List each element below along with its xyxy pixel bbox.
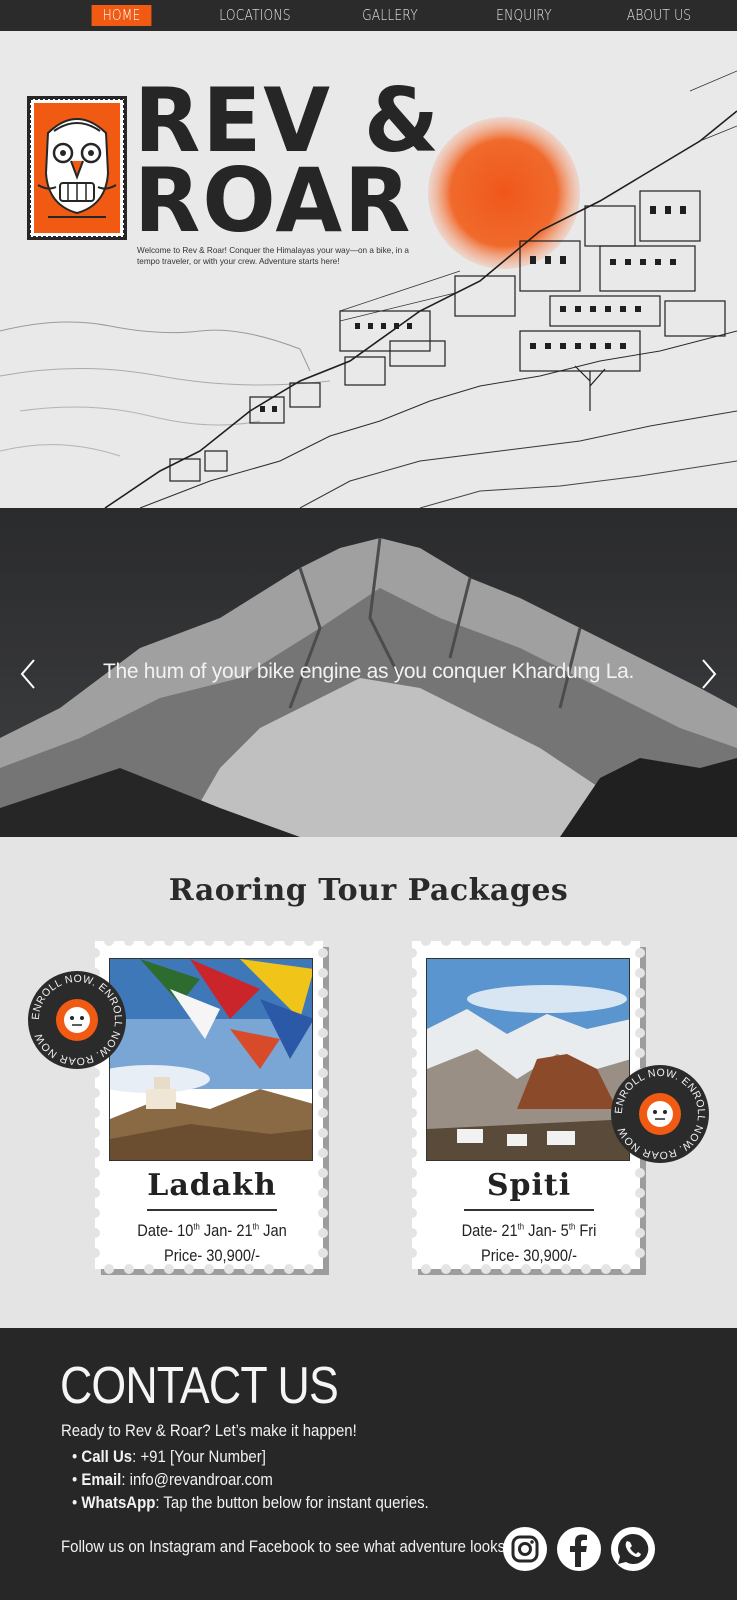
ladakh-photo bbox=[109, 958, 313, 1161]
package-name: Spiti bbox=[486, 1168, 572, 1203]
package-date: Date- 21th Jan- 5th Fri bbox=[461, 1221, 597, 1240]
contact-title: CONTACT US bbox=[60, 1357, 339, 1415]
instagram-button[interactable] bbox=[503, 1527, 547, 1571]
enroll-now-badge-spiti[interactable]: ENROLL NOW. ENROLL NOW. ROAR NOW bbox=[610, 1064, 710, 1164]
tiger-mask-icon bbox=[26, 95, 128, 241]
nav-locations[interactable]: LOCATIONS bbox=[218, 5, 292, 26]
top-nav: HOME LOCATIONS GALLERY ENQUIRY ABOUT US bbox=[0, 0, 737, 31]
package-date: Date- 10th Jan- 21th Jan bbox=[137, 1221, 287, 1240]
follow-text: Follow us on Instagram and Facebook to s… bbox=[61, 1537, 536, 1556]
package-price: Price- 30,900/- bbox=[481, 1246, 577, 1265]
facebook-button[interactable] bbox=[557, 1527, 601, 1571]
brand-title: REV & ROAR bbox=[134, 69, 442, 252]
chevron-right-icon bbox=[702, 659, 717, 689]
spiti-photo bbox=[426, 958, 630, 1161]
contact-email[interactable]: • Email: info@revandroar.com bbox=[72, 1468, 429, 1491]
facebook-icon bbox=[570, 1534, 587, 1567]
nav-home[interactable]: HOME bbox=[91, 5, 152, 26]
slider-next-button[interactable] bbox=[697, 658, 719, 690]
whatsapp-button[interactable] bbox=[611, 1527, 655, 1571]
nav-gallery[interactable]: GALLERY bbox=[357, 5, 423, 26]
package-card-ladakh[interactable]: Ladakh Date- 10th Jan- 21th Jan Price- 3… bbox=[95, 941, 329, 1275]
divider bbox=[147, 1209, 277, 1211]
enroll-now-badge-ladakh[interactable]: ENROLL NOW. ENROLL NOW. ROAR NOW bbox=[27, 970, 127, 1070]
image-slider: The hum of your bike engine as you conqu… bbox=[0, 508, 737, 837]
nav-enquiry[interactable]: ENQUIRY bbox=[490, 5, 557, 26]
packages-title: Raoring Tour Packages bbox=[168, 873, 569, 908]
packages-section: Raoring Tour Packages Ladakh Date- 10th … bbox=[0, 837, 737, 1328]
nav-about-us[interactable]: ABOUT US bbox=[620, 5, 697, 26]
hero-section: REV & ROAR Welcome to Rev & Roar! Conque… bbox=[0, 31, 737, 508]
contact-intro: Ready to Rev & Roar? Let’s make it happe… bbox=[61, 1421, 357, 1440]
whatsapp-icon bbox=[617, 1533, 649, 1564]
package-name: Ladakh bbox=[147, 1168, 277, 1203]
contact-call: • Call Us: +91 [Your Number] bbox=[72, 1447, 266, 1466]
contact-list: • Call Us: +91 [Your Number] • Email: in… bbox=[72, 1445, 477, 1514]
hero-tagline: Welcome to Rev & Roar! Conquer the Himal… bbox=[137, 246, 409, 266]
package-price: Price- 30,900/- bbox=[164, 1246, 260, 1265]
contact-whatsapp: • WhatsApp: Tap the button below for ins… bbox=[72, 1493, 429, 1512]
instagram-icon bbox=[511, 1535, 539, 1563]
contact-section: CONTACT US Ready to Rev & Roar? Let’s ma… bbox=[0, 1328, 737, 1600]
divider bbox=[464, 1209, 594, 1211]
slide-caption: The hum of your bike engine as you conqu… bbox=[102, 660, 635, 683]
sun-shape bbox=[428, 117, 580, 269]
